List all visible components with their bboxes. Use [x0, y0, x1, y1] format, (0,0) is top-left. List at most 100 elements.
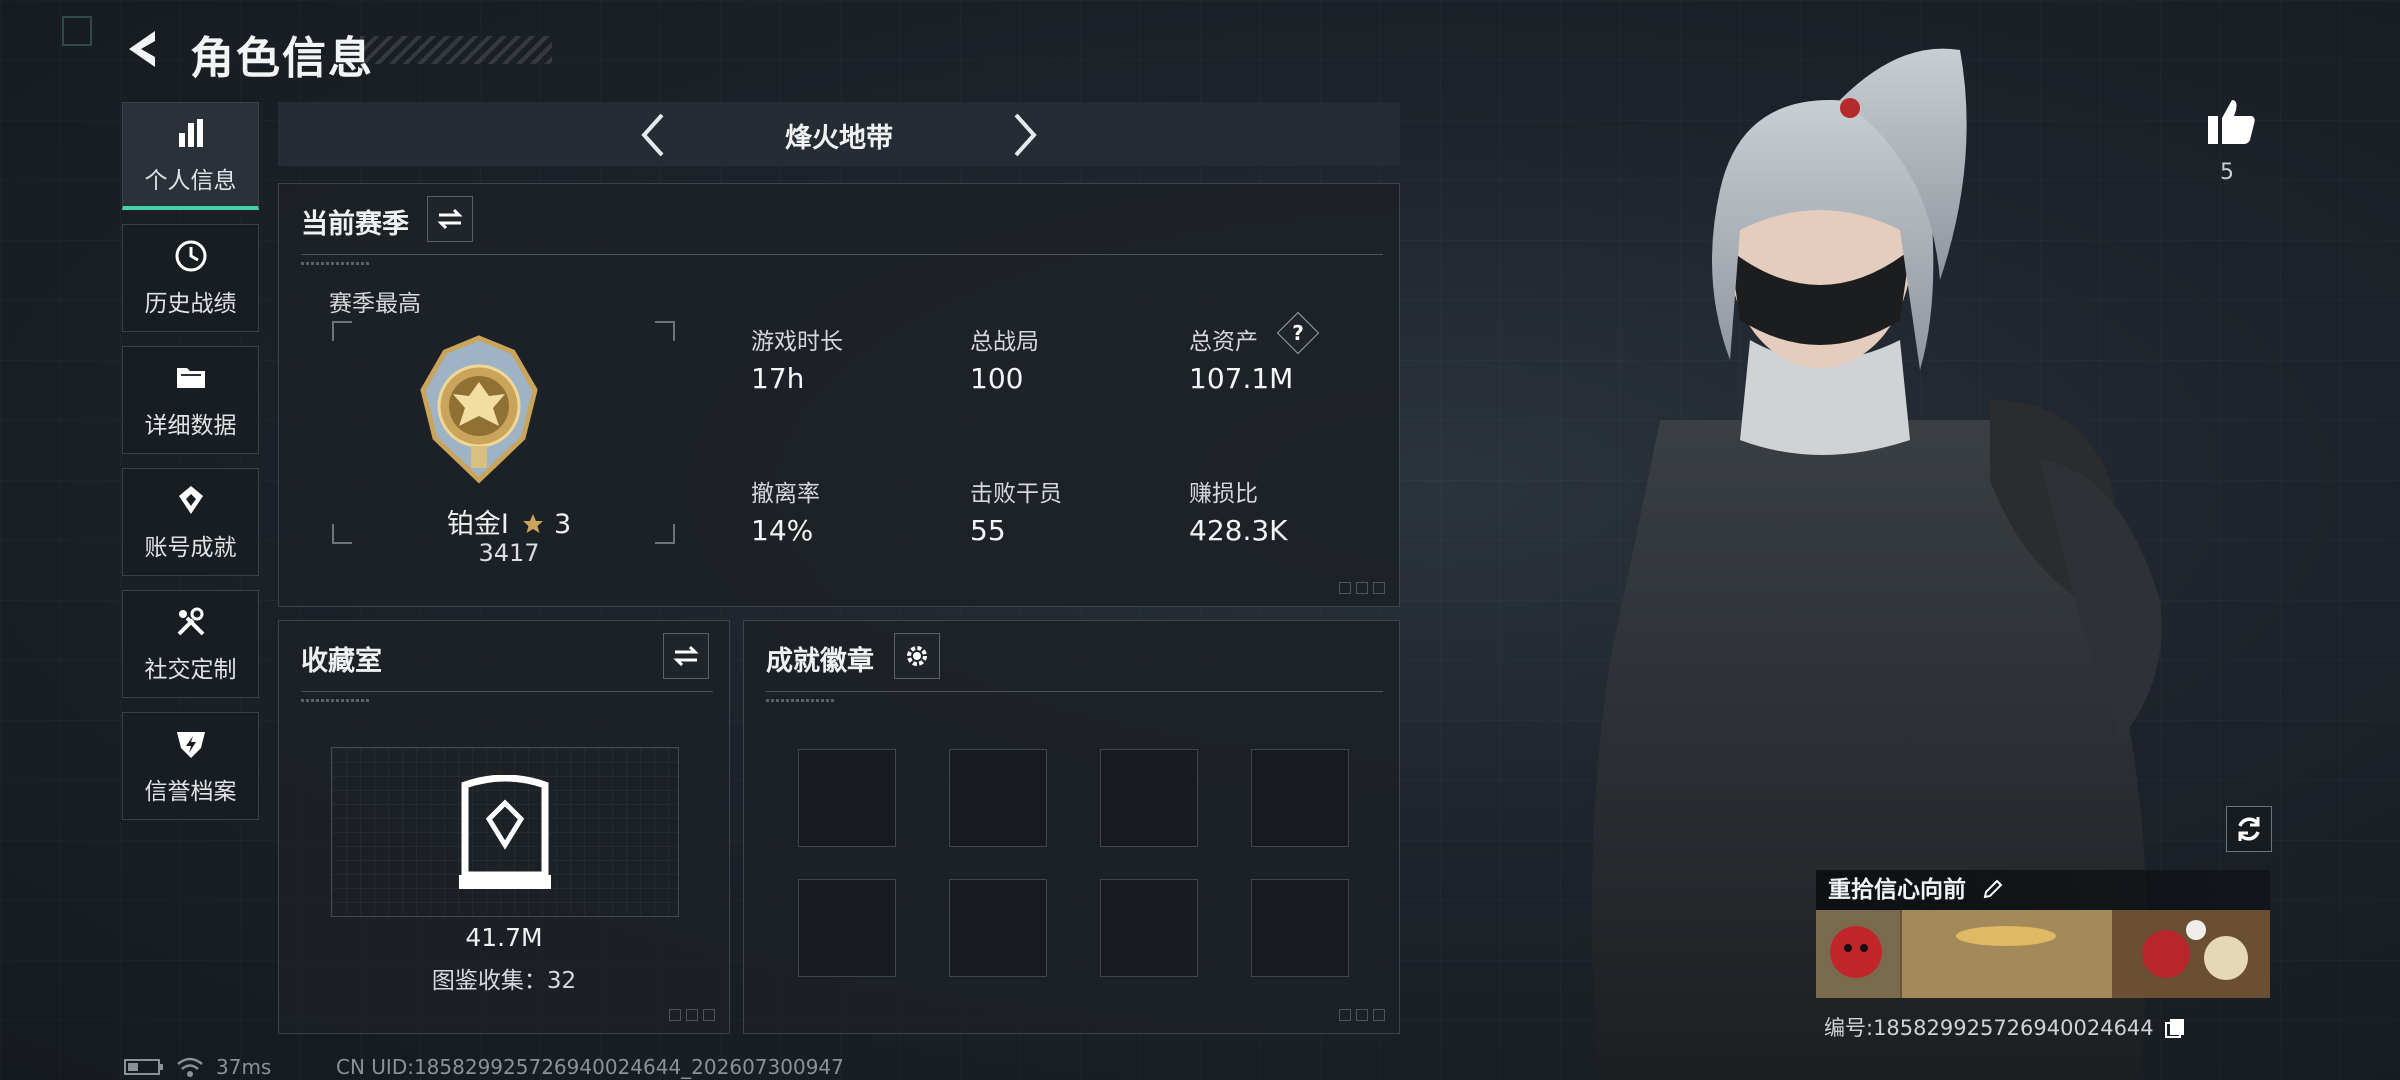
badge-slot[interactable] — [1100, 879, 1198, 977]
stat-value-playtime: 17h — [751, 362, 805, 395]
battery-icon — [124, 1059, 163, 1075]
rank-emblem-icon — [420, 335, 538, 484]
sidebar-item-achievements[interactable]: 账号成就 — [122, 468, 259, 576]
badge-slot[interactable] — [1251, 879, 1349, 977]
stat-value-extraction-rate: 14% — [751, 514, 814, 547]
name-card-image — [1816, 910, 2270, 998]
frame-corner — [332, 321, 352, 341]
copy-icon[interactable] — [2164, 1017, 2186, 1039]
stat-value-profit-ratio: 428.3K — [1189, 514, 1288, 547]
badge-slot[interactable] — [949, 749, 1047, 847]
sidebar-item-label: 账号成就 — [144, 535, 237, 561]
achievement-icon — [178, 486, 203, 514]
sidebar-item-label: 社交定制 — [144, 657, 237, 683]
stat-value-total-matches: 100 — [970, 362, 1024, 395]
thumbs-up-icon — [2208, 100, 2255, 144]
mode-title: 烽火地带 — [785, 123, 893, 154]
season-switch-button[interactable] — [427, 196, 473, 242]
panel-decoration — [1339, 1009, 1385, 1021]
name-card[interactable]: 重拾信心向前 — [1736, 870, 2270, 1004]
like-count: 5 — [2220, 160, 2234, 185]
badge-slot[interactable] — [1251, 749, 1349, 847]
badges-title: 成就徽章 — [766, 646, 874, 677]
gear-icon — [907, 646, 927, 666]
folder-icon — [176, 368, 205, 388]
shield-bolt-icon — [176, 732, 205, 758]
divider — [301, 691, 713, 692]
stat-label-profit-ratio: 赚损比 — [1189, 481, 1258, 507]
badge-slot[interactable] — [1100, 749, 1198, 847]
sidebar-item-history[interactable]: 历史战绩 — [122, 224, 259, 332]
achievement-badges-panel: 成就徽章 — [743, 620, 1400, 1034]
page-title: 角色信息 — [190, 33, 374, 84]
sidebar-item-personal-info[interactable]: 个人信息 — [122, 102, 259, 210]
display-case-icon — [459, 775, 551, 889]
collection-value: 41.7M — [465, 923, 543, 952]
tools-icon — [177, 607, 204, 636]
badge-slot[interactable] — [798, 879, 896, 977]
swap-icon — [673, 645, 699, 667]
badge-slot[interactable] — [949, 879, 1047, 977]
stat-label-total-assets: 总资产 — [1189, 329, 1258, 355]
swap-icon — [437, 208, 463, 230]
badges-settings-button[interactable] — [894, 633, 940, 679]
sidebar-item-social[interactable]: 社交定制 — [122, 590, 259, 698]
divider-decoration — [301, 699, 371, 702]
bar-chart-icon — [178, 118, 203, 147]
sidebar-item-label: 历史战绩 — [144, 291, 237, 317]
divider — [766, 691, 1383, 692]
collection-panel[interactable]: 收藏室 41.7M 图鉴收集：32 — [278, 620, 730, 1034]
sidebar-item-label: 信誉档案 — [144, 779, 237, 805]
collection-count: 图鉴收集：32 — [431, 968, 577, 994]
rank-name: 铂金Ⅰ — [446, 509, 509, 540]
like-button[interactable] — [2206, 96, 2258, 148]
sidebar-item-label: 详细数据 — [144, 413, 237, 439]
chevron-right-icon — [1014, 113, 1037, 157]
rank-line: 铂金Ⅰ 3 — [279, 502, 739, 541]
stat-label-operators-defeated: 击败干员 — [970, 481, 1062, 507]
divider-decoration — [301, 262, 371, 265]
season-best-label: 赛季最高 — [329, 291, 421, 317]
rank-stars: 3 — [553, 509, 572, 540]
sidebar-item-detailed-data[interactable]: 详细数据 — [122, 346, 259, 454]
panel-decoration — [1339, 582, 1385, 594]
card-id: 编号:1858299257269400246​44 — [1824, 1012, 2186, 1042]
mode-selector: 烽火地带 — [278, 102, 1400, 166]
collection-switch-button[interactable] — [663, 633, 709, 679]
stat-value-operators-defeated: 55 — [970, 514, 1006, 547]
title-decoration — [360, 36, 552, 64]
name-card-art — [1816, 910, 2270, 998]
season-title: 当前赛季 — [301, 209, 409, 240]
star-icon — [523, 514, 544, 533]
help-icon: ? — [1292, 321, 1304, 345]
rank-score: 3417 — [478, 539, 540, 567]
divider-decoration — [766, 699, 836, 702]
refresh-button[interactable] — [2226, 806, 2272, 852]
panel-decoration — [669, 1009, 715, 1021]
sidebar-item-reputation[interactable]: 信誉档案 — [122, 712, 259, 820]
collection-title: 收藏室 — [301, 646, 382, 677]
frame-corner — [655, 321, 675, 341]
ping-text: 37ms — [216, 1055, 272, 1079]
name-card-title-text: 重拾信心向前 — [1828, 877, 1966, 903]
cn-uid: CN UID:185829925726940024644_20260730094… — [336, 1055, 844, 1079]
edit-pencil-icon[interactable] — [1982, 878, 2004, 900]
name-card-title: 重拾信心向前 — [1816, 870, 2270, 910]
stat-label-total-matches: 总战局 — [970, 329, 1039, 355]
back-arrow-icon — [129, 31, 155, 67]
next-mode-button[interactable] — [1000, 110, 1050, 160]
stat-label-playtime: 游戏时长 — [751, 329, 843, 355]
stat-value-total-assets: 107.1M — [1189, 362, 1294, 395]
badge-slot[interactable] — [798, 749, 896, 847]
stat-label-extraction-rate: 撤离率 — [751, 481, 820, 507]
history-clock-icon — [175, 240, 206, 272]
back-button[interactable] — [118, 24, 164, 74]
season-panel: 当前赛季 赛季最高 铂金Ⅰ 3 3417 游戏时长 17h 总战局 100 总资… — [278, 183, 1400, 607]
wifi-icon — [177, 1057, 203, 1077]
status-bar: 37ms — [124, 1055, 271, 1079]
card-id-text: 编号:1858299257269400246​44 — [1824, 1016, 2154, 1040]
sidebar-item-label: 个人信息 — [144, 167, 237, 194]
refresh-icon — [2238, 817, 2260, 841]
divider — [301, 254, 1383, 255]
corner-decoration — [62, 16, 92, 46]
